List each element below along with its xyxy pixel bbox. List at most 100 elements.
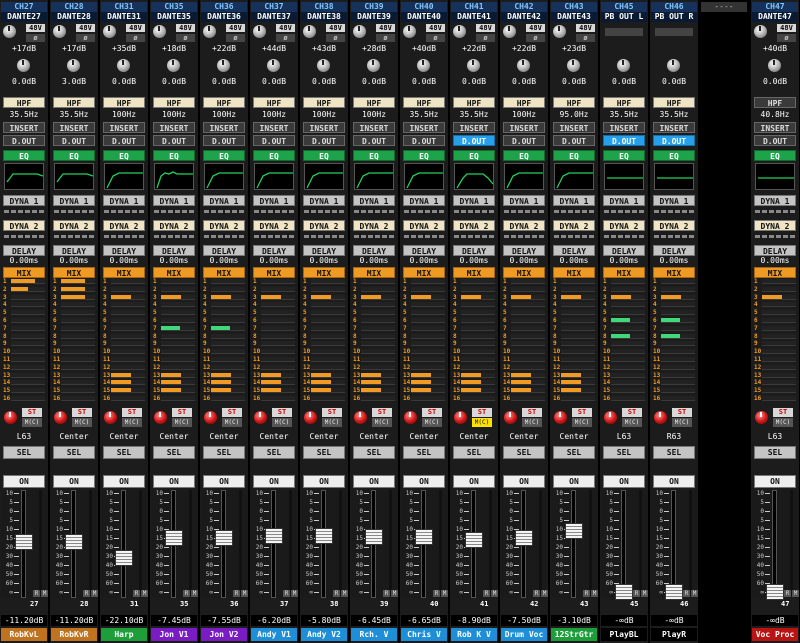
dyna2-button[interactable]: DYNA 2 [503, 220, 545, 231]
mix-send-bar[interactable] [762, 318, 796, 323]
stereo-bus-button[interactable]: ST [122, 408, 142, 417]
mix-send-bar[interactable] [762, 349, 796, 355]
mix-send-bar[interactable] [661, 333, 695, 339]
mix-button[interactable]: MIX [503, 267, 545, 278]
mono-center-button[interactable]: M(C) [622, 418, 642, 427]
mix-send-bar[interactable] [411, 372, 445, 378]
eq-button[interactable]: EQ [353, 150, 395, 161]
mix-send-bar[interactable] [461, 357, 495, 362]
eq-curve-graph[interactable] [104, 163, 144, 190]
direct-out-button[interactable]: D.OUT [103, 135, 145, 146]
stereo-bus-button[interactable]: ST [222, 408, 242, 417]
mix-send-bar[interactable] [261, 302, 295, 308]
mix-send-bar[interactable] [261, 349, 295, 355]
insert-button[interactable]: INSERT [153, 122, 195, 133]
mix-send-bar[interactable] [762, 364, 796, 370]
eq-curve-graph[interactable] [4, 163, 44, 190]
delay-button[interactable]: DELAY [103, 245, 145, 256]
mix-send-bar[interactable] [611, 388, 645, 394]
mix-send-bar[interactable] [762, 310, 796, 316]
mix-send-bar[interactable] [411, 286, 445, 292]
phase-button[interactable]: ø [576, 34, 595, 42]
delay-button[interactable]: DELAY [754, 245, 796, 256]
mix-send-bar[interactable] [161, 333, 195, 339]
direct-out-button[interactable]: D.OUT [653, 135, 695, 146]
mix-send-bar[interactable] [261, 310, 295, 316]
mix-send-bar[interactable] [411, 341, 445, 347]
digital-trim-knob[interactable] [617, 59, 630, 72]
eq-curve-graph[interactable] [354, 163, 394, 190]
hpf-button[interactable]: HPF [553, 97, 595, 108]
eq-curve-graph[interactable] [304, 163, 344, 190]
record-button[interactable]: R [583, 590, 590, 597]
hpf-button[interactable]: HPF [453, 97, 495, 108]
channel-label[interactable]: Andy V2 [301, 628, 347, 641]
channel-label[interactable]: RobKvR [51, 628, 97, 641]
mix-send-bar[interactable] [561, 318, 595, 323]
mix-send-bar[interactable] [561, 279, 595, 284]
mono-center-button[interactable]: M(C) [72, 418, 92, 427]
hpf-button[interactable]: HPF [653, 97, 695, 108]
mono-center-button[interactable]: M(C) [422, 418, 442, 427]
mix-button[interactable]: MIX [603, 267, 645, 278]
mix-send-bar[interactable] [61, 318, 95, 323]
mix-button[interactable]: MIX [403, 267, 445, 278]
mix-send-bar[interactable] [511, 279, 545, 284]
mix-send-bar[interactable] [461, 349, 495, 355]
mix-send-bar[interactable] [561, 364, 595, 370]
dyna2-button[interactable]: DYNA 2 [53, 220, 95, 231]
select-button[interactable]: SEL [253, 446, 295, 459]
channel-id[interactable]: CH38 [301, 2, 347, 12]
dyna2-button[interactable]: DYNA 2 [103, 220, 145, 231]
mix-send-bar[interactable] [661, 310, 695, 316]
mix-button[interactable]: MIX [3, 267, 45, 278]
mix-button[interactable]: MIX [53, 267, 95, 278]
pan-knob[interactable] [604, 411, 617, 424]
mix-send-bar[interactable] [511, 380, 545, 386]
channel-id[interactable]: CH42 [501, 2, 547, 12]
mix-send-bar[interactable] [511, 333, 545, 339]
mix-send-bar[interactable] [411, 279, 445, 284]
mix-send-bar[interactable] [461, 341, 495, 347]
mute-button[interactable]: M [541, 590, 548, 597]
mix-send-bar[interactable] [661, 372, 695, 378]
mix-send-bar[interactable] [211, 279, 245, 284]
delay-button[interactable]: DELAY [153, 245, 195, 256]
mix-send-bar[interactable] [762, 372, 796, 378]
mix-send-bar[interactable] [611, 380, 645, 386]
dyna1-button[interactable]: DYNA 1 [103, 195, 145, 206]
fader-cap[interactable] [15, 534, 33, 550]
mix-send-bar[interactable] [361, 380, 395, 386]
mix-send-bar[interactable] [561, 372, 595, 378]
dyna1-button[interactable]: DYNA 1 [153, 195, 195, 206]
digital-trim-knob[interactable] [667, 59, 680, 72]
mix-send-bar[interactable] [411, 388, 445, 394]
mute-button[interactable]: M [91, 590, 98, 597]
eq-curve-graph[interactable] [554, 163, 594, 190]
insert-button[interactable]: INSERT [403, 122, 445, 133]
dyna2-button[interactable]: DYNA 2 [153, 220, 195, 231]
mix-send-bar[interactable] [411, 302, 445, 308]
hpf-button[interactable]: HPF [754, 97, 796, 108]
dyna1-button[interactable]: DYNA 1 [353, 195, 395, 206]
mute-button[interactable]: M [141, 590, 148, 597]
select-button[interactable]: SEL [3, 446, 45, 459]
mix-send-bar[interactable] [611, 396, 645, 401]
digital-trim-knob[interactable] [567, 59, 580, 72]
digital-trim-knob[interactable] [317, 59, 330, 72]
mix-send-bar[interactable] [361, 333, 395, 339]
mix-send-bar[interactable] [261, 388, 295, 394]
mix-send-bar[interactable] [261, 341, 295, 347]
delay-button[interactable]: DELAY [503, 245, 545, 256]
digital-trim-knob[interactable] [167, 59, 180, 72]
mix-send-bar[interactable] [211, 318, 245, 323]
hpf-button[interactable]: HPF [153, 97, 195, 108]
mute-button[interactable]: M [191, 590, 198, 597]
phase-button[interactable]: ø [276, 34, 295, 42]
channel-label[interactable]: Rob K V [451, 628, 497, 641]
pan-knob[interactable] [354, 411, 367, 424]
mix-send-bar[interactable] [611, 286, 645, 292]
eq-button[interactable]: EQ [53, 150, 95, 161]
mix-send-bar[interactable] [261, 357, 295, 362]
hpf-button[interactable]: HPF [203, 97, 245, 108]
